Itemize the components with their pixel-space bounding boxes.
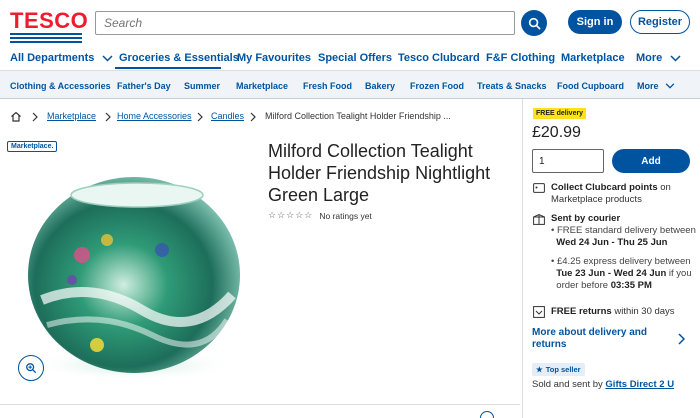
nav-groceries[interactable]: Groceries & Essentials: [119, 52, 239, 64]
list-item: • FREE standard delivery between Wed 24 …: [551, 225, 696, 248]
subnav-bakery[interactable]: Bakery: [365, 81, 395, 91]
product-title: Milford Collection Tealight Holder Frien…: [268, 141, 491, 205]
subnav-clothing-accessories[interactable]: Clothing & Accessories: [10, 81, 111, 91]
nav-more[interactable]: More: [636, 52, 681, 64]
price: £20.99: [532, 124, 581, 141]
nav-all-departments[interactable]: All Departments: [10, 52, 113, 64]
divider: [0, 98, 700, 99]
nav-label: All Departments: [10, 52, 95, 64]
chevron-down-icon: [670, 54, 681, 62]
nav-label: Special Offers: [318, 52, 392, 64]
chevron-right-icon: [32, 112, 38, 122]
quantity-input[interactable]: [532, 149, 604, 173]
nav-label: Marketplace: [561, 52, 625, 64]
zoom-button[interactable]: [18, 355, 44, 381]
product-image[interactable]: [12, 160, 257, 385]
delivery-options: • FREE standard delivery between Wed 24 …: [551, 225, 696, 249]
subnav-treats-snacks[interactable]: Treats & Snacks: [477, 81, 547, 91]
subnav-food-cupboard[interactable]: Food Cupboard: [557, 81, 624, 91]
marketplace-badge: Marketplace.: [7, 141, 58, 152]
chevron-down-icon: [665, 83, 674, 89]
top-seller-badge: ★ Top seller: [532, 363, 585, 376]
subnav-marketplace[interactable]: Marketplace: [236, 81, 288, 91]
list-item: • £4.25 express delivery between Tue 23 …: [551, 256, 692, 291]
chevron-right-icon[interactable]: [678, 333, 685, 345]
home-icon[interactable]: [10, 111, 22, 122]
rating: ☆☆☆☆☆ No ratings yet: [268, 210, 372, 221]
breadcrumb-marketplace[interactable]: Marketplace: [47, 111, 96, 121]
breadcrumb-candles[interactable]: Candles: [211, 111, 244, 121]
search-icon: [528, 17, 540, 29]
register-button[interactable]: Register: [630, 10, 690, 34]
search-input[interactable]: [95, 11, 515, 35]
nav-label: F&F Clothing: [486, 52, 556, 64]
nav-ff-clothing[interactable]: F&F Clothing: [486, 52, 555, 64]
zoom-icon: [26, 363, 37, 374]
tesco-logo[interactable]: TESCO: [10, 10, 88, 32]
expand-button[interactable]: [480, 411, 494, 418]
clubcard-info: Collect Clubcard points on Marketplace p…: [551, 182, 671, 205]
nav-tesco-clubcard[interactable]: Tesco Clubcard: [398, 52, 480, 64]
divider: [0, 404, 520, 405]
rating-text: No ratings yet: [319, 210, 372, 221]
nav-label: Groceries & Essentials: [119, 52, 239, 64]
nav-label: More: [636, 52, 663, 64]
chevron-down-icon: [102, 54, 113, 62]
logo-stripe: [10, 33, 82, 43]
chevron-right-icon: [105, 112, 111, 122]
active-tab-indicator: [115, 67, 221, 69]
returns-info: FREE returns within 30 days: [551, 306, 675, 317]
breadcrumb-current: Milford Collection Tealight Holder Frien…: [265, 111, 451, 121]
delivery-options: • £4.25 express delivery between Tue 23 …: [551, 256, 696, 292]
breadcrumb-home-accessories[interactable]: Home Accessories: [117, 111, 192, 121]
nav-my-favourites[interactable]: My Favourites: [237, 52, 311, 64]
sold-by: Sold and sent by Gifts Direct 2 U: [532, 379, 675, 390]
nav-special-offers[interactable]: Special Offers: [318, 52, 392, 64]
star-rating-icon: ☆☆☆☆☆: [268, 210, 314, 220]
clubcard-icon: [533, 183, 545, 193]
seller-link[interactable]: Gifts Direct 2 U: [605, 379, 674, 390]
free-delivery-badge: FREE delivery: [533, 108, 587, 119]
nav-marketplace[interactable]: Marketplace: [561, 52, 625, 64]
subnav-fathers-day[interactable]: Father's Day: [117, 81, 171, 91]
add-to-basket-button[interactable]: Add: [612, 149, 690, 173]
secondary-nav: Clothing & Accessories Father's Day Summ…: [0, 71, 700, 98]
star-icon: ★: [536, 365, 543, 374]
chevron-right-icon: [197, 112, 203, 122]
nav-label: My Favourites: [237, 52, 311, 64]
subnav-frozen-food[interactable]: Frozen Food: [410, 81, 464, 91]
primary-nav: All Departments Groceries & Essentials M…: [0, 44, 700, 70]
courier-title: Sent by courier: [551, 213, 621, 224]
chevron-right-icon: [250, 112, 256, 122]
parcel-icon: [533, 214, 545, 225]
search-button[interactable]: [521, 10, 547, 36]
nav-label: Tesco Clubcard: [398, 52, 480, 64]
returns-icon: [533, 306, 545, 318]
subnav-summer[interactable]: Summer: [184, 81, 220, 91]
divider: [522, 99, 523, 418]
subnav-more[interactable]: More: [637, 81, 675, 91]
more-delivery-link[interactable]: More about delivery and returns: [532, 327, 662, 351]
subnav-fresh-food[interactable]: Fresh Food: [303, 81, 352, 91]
sign-in-button[interactable]: Sign in: [568, 10, 622, 34]
